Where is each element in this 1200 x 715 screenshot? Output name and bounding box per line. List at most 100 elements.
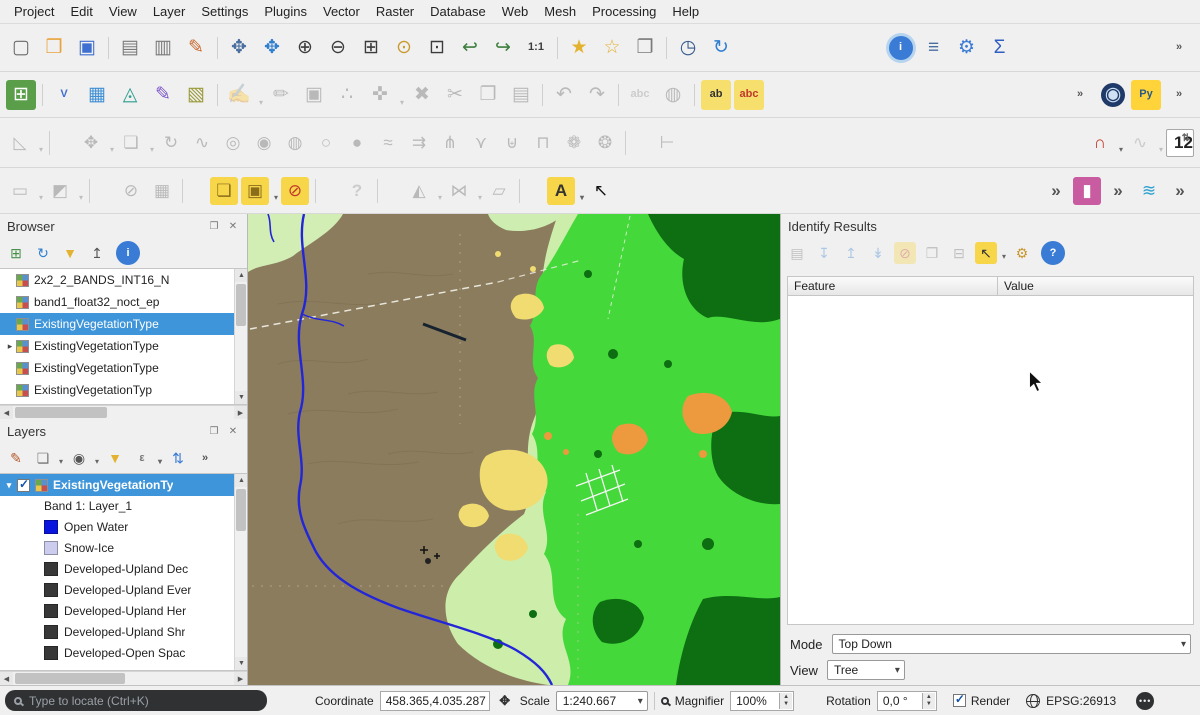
clear-results-icon[interactable]: ⊘	[894, 242, 916, 264]
coordinate-extents-icon[interactable]: ✥	[496, 692, 514, 710]
vertical-scrollbar[interactable]	[234, 474, 247, 670]
profile-tool-icon[interactable]: ≋	[1135, 177, 1163, 205]
save-project-icon[interactable]: ▣	[72, 33, 102, 63]
crs-value[interactable]: EPSG:26913	[1046, 694, 1116, 708]
print-response-icon[interactable]: ⊟	[948, 242, 970, 264]
delete-ring-icon[interactable]: ○	[312, 129, 340, 157]
horizontal-scrollbar[interactable]	[0, 671, 247, 685]
rotate-feature-icon[interactable]: ↻	[157, 129, 185, 157]
menu-view[interactable]: View	[101, 1, 145, 22]
render-checkbox[interactable]	[953, 694, 966, 707]
refresh-browser-icon[interactable]: ↻	[32, 242, 54, 264]
temporal-controller-icon[interactable]: ◷	[673, 33, 703, 63]
python-console-icon[interactable]: Py	[1131, 80, 1161, 110]
snapping-options-icon[interactable]: ∩	[1086, 129, 1114, 157]
browser-item[interactable]: ▸ ExistingVegetationType	[0, 335, 247, 357]
save-layer-edits-icon[interactable]: ▣	[299, 80, 329, 110]
mesh-digitizing-icon[interactable]: ◭	[405, 177, 433, 205]
column-header-feature[interactable]: Feature	[788, 277, 998, 295]
add-delimited-text-icon[interactable]: ✎	[148, 80, 178, 110]
browser-item[interactable]: ExistingVegetationType	[0, 357, 247, 379]
spinner-arrows[interactable]	[779, 693, 792, 709]
rotation-spinner[interactable]: 0,0 °	[877, 691, 937, 711]
scroll-track[interactable]	[13, 406, 234, 419]
change-label-icon[interactable]: ▣	[241, 177, 269, 205]
annotations-icon[interactable]: A	[547, 177, 575, 205]
identify-mode-icon[interactable]: ↖	[975, 242, 997, 264]
browser-item[interactable]: 2x2_2_BANDS_INT16_N	[0, 269, 247, 291]
scroll-track[interactable]	[235, 282, 247, 391]
menu-web[interactable]: Web	[494, 1, 537, 22]
scale-dropdown[interactable]: 1:240.667	[556, 691, 648, 711]
scroll-down-button[interactable]	[235, 391, 247, 404]
pan-to-selection-icon[interactable]: ✥	[257, 33, 287, 63]
scroll-up-button[interactable]	[235, 474, 247, 487]
cut-features-icon[interactable]: ✂	[440, 80, 470, 110]
run-feature-action-icon[interactable]: ≡	[919, 33, 949, 63]
offset-point-symbols-icon[interactable]: ❂	[591, 129, 619, 157]
browser-item[interactable]: band1_float32_noct_ep	[0, 291, 247, 313]
redo-icon[interactable]: ↷	[582, 80, 612, 110]
move-label-icon[interactable]: ❏	[210, 177, 238, 205]
delete-part-icon[interactable]: ●	[343, 129, 371, 157]
scroll-left-button[interactable]	[0, 672, 13, 685]
menu-plugins[interactable]: Plugins	[256, 1, 315, 22]
refresh-map-icon[interactable]: ↻	[706, 33, 736, 63]
scroll-thumb[interactable]	[15, 673, 125, 684]
map-tips-icon[interactable]: ?	[343, 177, 371, 205]
menu-processing[interactable]: Processing	[584, 1, 664, 22]
locate-search[interactable]: Type to locate (Ctrl+K)	[5, 690, 267, 711]
render-toggle[interactable]: Render	[951, 694, 1010, 708]
scroll-thumb[interactable]	[15, 407, 107, 418]
label-visibility-icon[interactable]: ⊘	[281, 177, 309, 205]
layer-styling-icon[interactable]: ✎	[5, 447, 27, 469]
zoom-to-selection-icon[interactable]: ⊙	[389, 33, 419, 63]
horizontal-scrollbar[interactable]	[0, 405, 247, 419]
expander-icon[interactable]: ▾	[3, 480, 15, 491]
add-group-icon[interactable]: ❏	[32, 447, 54, 469]
scroll-track[interactable]	[235, 487, 247, 657]
layer-visibility-checkbox[interactable]	[17, 479, 30, 492]
zoom-native-icon[interactable]: 1:1	[521, 33, 551, 63]
filter-expression-icon[interactable]: ε	[131, 447, 153, 469]
copy-feature-icon[interactable]: ❐	[921, 242, 943, 264]
options-icon[interactable]: ⚙	[952, 33, 982, 63]
zoom-last-icon[interactable]: ↩	[455, 33, 485, 63]
select-features-icon[interactable]: ▭	[6, 177, 34, 205]
delete-selected-icon[interactable]: ✖	[407, 80, 437, 110]
metasearch-icon[interactable]: ◉	[1101, 83, 1125, 107]
scroll-right-button[interactable]	[234, 672, 247, 685]
layers-extension-icon[interactable]: »	[194, 447, 216, 469]
pin-labels-icon[interactable]: ab	[701, 80, 731, 110]
highlight-labels-icon[interactable]: abc	[734, 80, 764, 110]
undo-icon[interactable]: ↶	[549, 80, 579, 110]
copy-features-icon[interactable]: ❐	[473, 80, 503, 110]
identify-results-table[interactable]: Feature Value	[787, 276, 1194, 625]
current-edits-icon[interactable]: ✍	[224, 80, 254, 110]
split-parts-icon[interactable]: ⋎	[467, 129, 495, 157]
properties-widget-icon[interactable]: i	[116, 241, 140, 265]
data-source-manager-icon[interactable]: ⊞	[6, 80, 36, 110]
scroll-up-button[interactable]	[235, 269, 247, 282]
add-selected-layers-icon[interactable]: ⊞	[5, 242, 27, 264]
open-project-icon[interactable]: ❒	[39, 33, 69, 63]
legend-item[interactable]: Snow-Ice	[0, 537, 247, 558]
merge-attributes-icon[interactable]: ⊓	[529, 129, 557, 157]
add-mesh-layer-icon[interactable]: ◬	[115, 80, 145, 110]
scroll-right-button[interactable]	[234, 406, 247, 419]
rotate-point-symbols-icon[interactable]: ❁	[560, 129, 588, 157]
scroll-down-button[interactable]	[235, 657, 247, 670]
legend-item[interactable]: Open Water	[0, 516, 247, 537]
zoom-full-icon[interactable]: ⊞	[356, 33, 386, 63]
panel-float-icon[interactable]	[207, 424, 221, 438]
menu-database[interactable]: Database	[422, 1, 494, 22]
add-ring-icon[interactable]: ◎	[219, 129, 247, 157]
toolbar-extension-icon[interactable]: »	[1166, 177, 1194, 205]
legend-item[interactable]: Developed-Upland Shr	[0, 621, 247, 642]
trim-extend-icon[interactable]: ⊢	[653, 129, 681, 157]
expand-tree-icon[interactable]: ↧	[813, 242, 835, 264]
merge-features-icon[interactable]: ⊎	[498, 129, 526, 157]
statistical-summary-icon[interactable]: Σ	[985, 33, 1015, 63]
select-by-value-icon[interactable]: ◩	[46, 177, 74, 205]
panel-close-icon[interactable]	[226, 219, 240, 233]
